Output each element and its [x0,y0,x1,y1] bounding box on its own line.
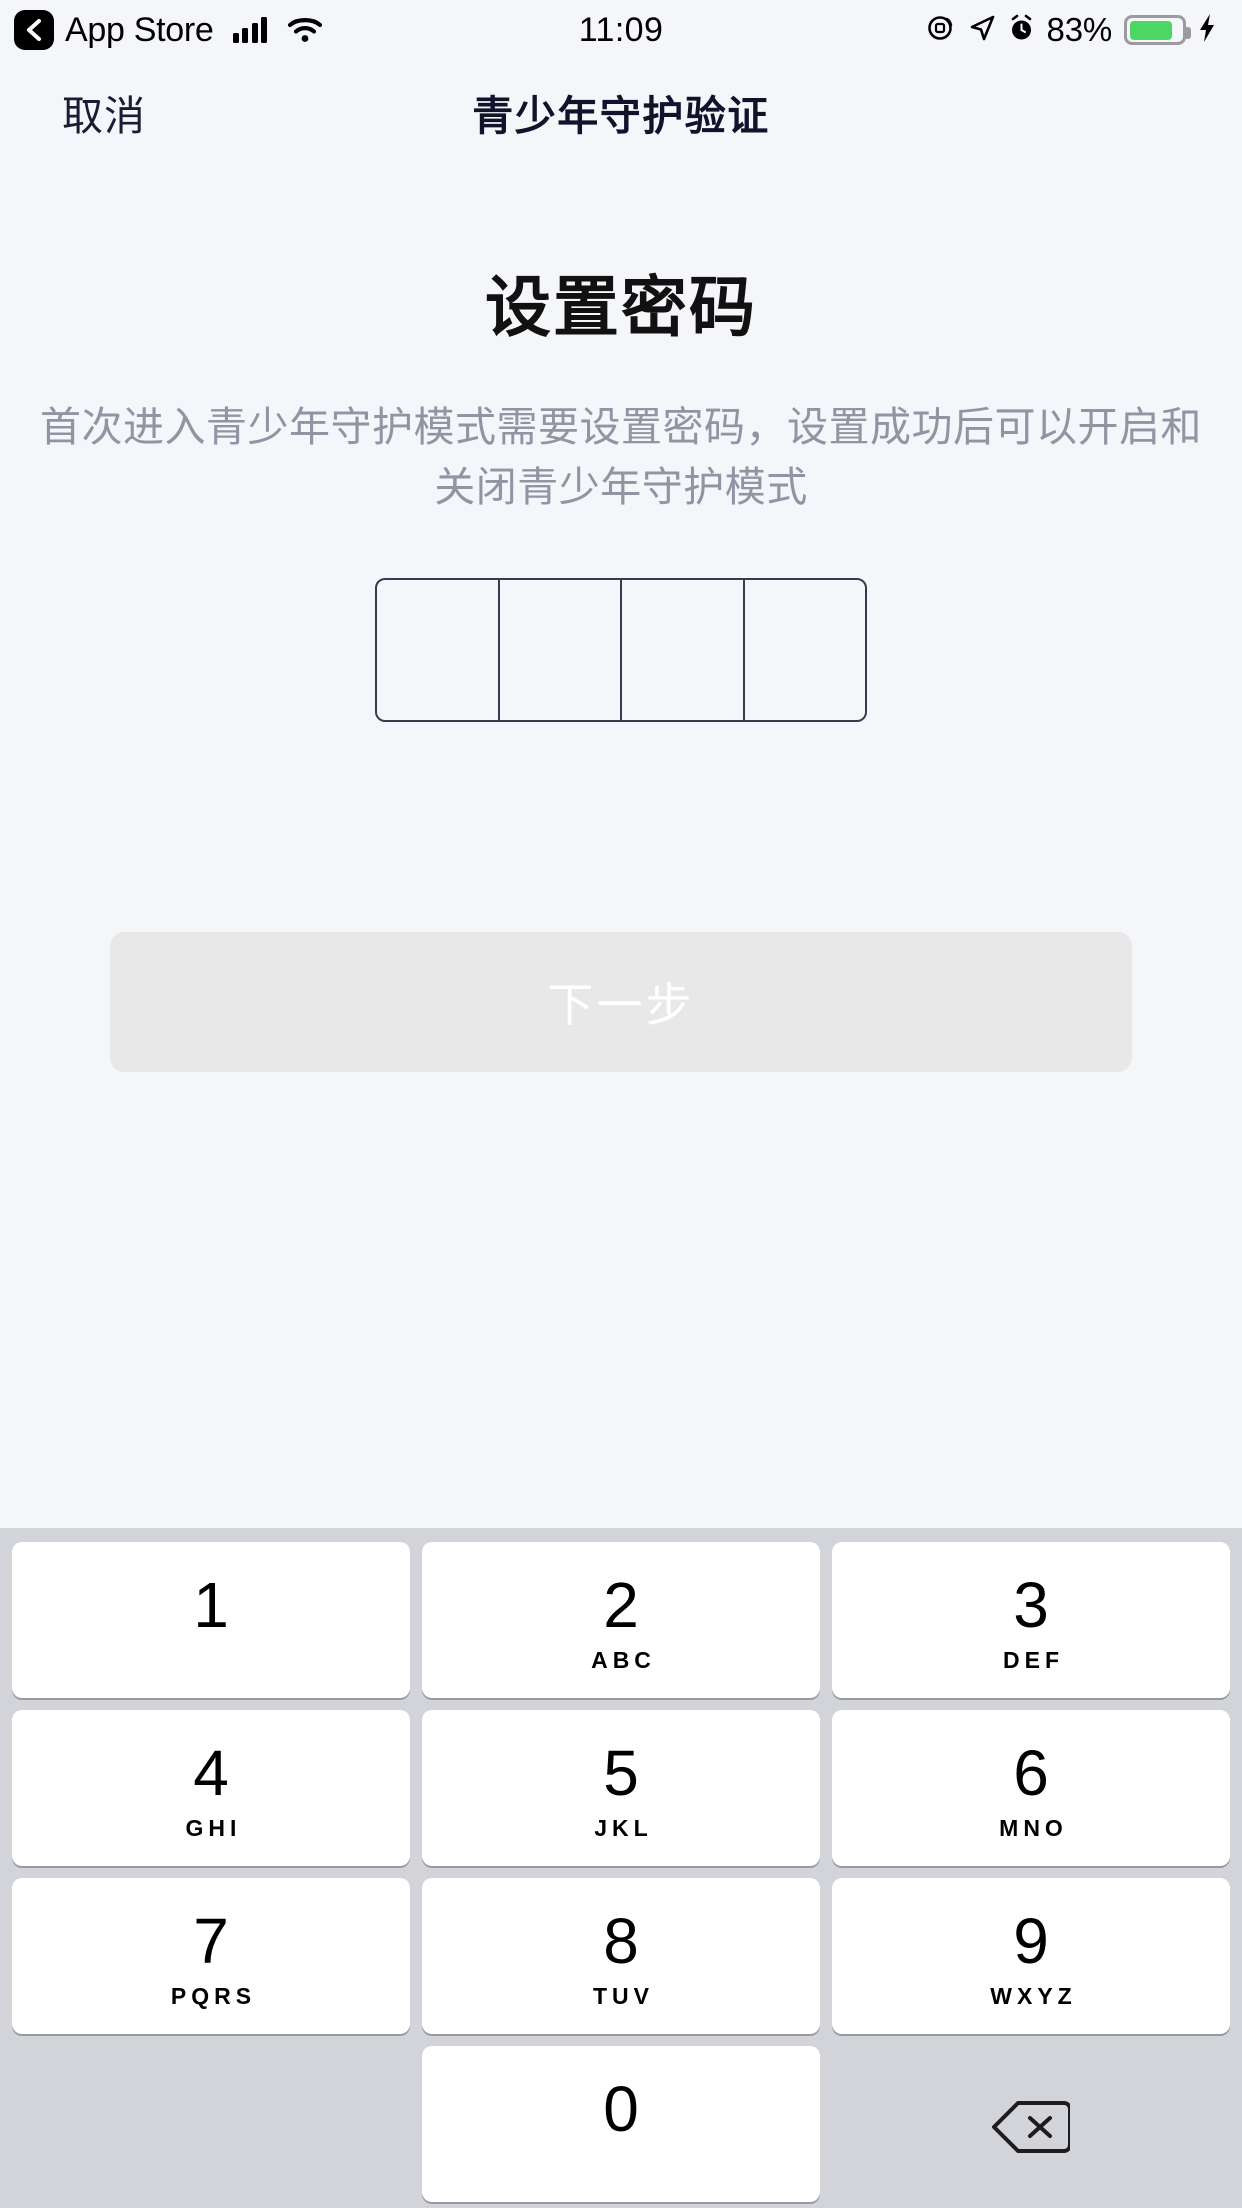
pin-cell-4[interactable] [745,580,866,720]
keypad-key-1[interactable]: 1ABC [12,1542,410,1698]
keypad-key-9[interactable]: 9 WXYZ [832,1878,1230,2034]
keypad-row: 4 GHI 5 JKL 6 MNO [8,1704,1234,1872]
alarm-clock-icon [1008,13,1035,47]
keypad-key-6[interactable]: 6 MNO [832,1710,1230,1866]
battery-icon [1124,15,1191,45]
keypad-key-digit: 6 [1013,1736,1049,1809]
keypad-key-digit: 4 [193,1736,229,1809]
keypad-key-2[interactable]: 2 ABC [422,1542,820,1698]
cellular-signal-icon [232,17,268,43]
keypad-key-digit: 2 [603,1568,639,1641]
rotation-lock-icon [926,13,956,48]
keypad-key-8[interactable]: 8 TUV [422,1878,820,2034]
pin-cell-1[interactable] [377,579,500,720]
keypad-key-letters: MNO [999,1814,1068,1841]
keypad-row: 1ABC 2 ABC 3 DEF [8,1536,1234,1704]
lightning-bolt-icon [1198,13,1216,48]
keypad-key-digit: 1 [193,1568,229,1641]
keypad-key-digit: 3 [1013,1568,1049,1641]
chevron-left-icon [23,17,45,43]
keypad-key-5[interactable]: 5 JKL [422,1710,820,1866]
status-bar-right: 83% [926,11,1216,49]
keypad-key-letters: TUV [593,1982,654,2009]
main-content: 设置密码 首次进入青少年守护模式需要设置密码，设置成功后可以开启和关闭青少年守护… [0,164,1242,1528]
keypad-key-3[interactable]: 3 DEF [832,1542,1230,1698]
cancel-button[interactable]: 取消 [62,82,146,142]
keypad-key-digit: 9 [1013,1904,1049,1977]
keypad-key-letters: WXYZ [990,1982,1077,2009]
keypad-key-letters: DEF [1003,1646,1064,1673]
keypad-row: 0ABC [8,2040,1234,2208]
wifi-icon [287,16,323,44]
next-step-button[interactable]: 下一步 [110,932,1132,1072]
keypad-key-0[interactable]: 0ABC [422,2046,820,2202]
keypad-key-digit: 0 [603,2072,639,2145]
status-bar-app-label: App Store [65,10,214,49]
location-arrow-icon [968,14,996,47]
navigation-bar: 取消 青少年守护验证 [0,60,1242,164]
numeric-keypad: 1ABC 2 ABC 3 DEF 4 GHI 5 JKL 6 MNO 7 PQRS 8 TUV 9 WXYZ 0A… [0,1528,1242,2208]
keypad-spacer [12,2046,410,2202]
status-bar: App Store 11:09 83% [0,0,1242,60]
page-title: 设置密码 [485,270,757,344]
pin-code-input[interactable] [375,577,867,722]
battery-percent-label: 83% [1046,11,1113,48]
keypad-delete-key[interactable] [832,2046,1230,2202]
pin-cell-2[interactable] [500,579,622,720]
keypad-key-letters: GHI [185,1814,242,1841]
keypad-key-digit: 5 [603,1736,639,1809]
phone-screen: App Store 11:09 83% 取消 青少年守护验证 设置密码 首次进入… [0,0,1242,2208]
back-to-app-store-button[interactable] [14,10,54,50]
keypad-key-letters: PQRS [170,1982,257,2009]
keypad-row: 7 PQRS 8 TUV 9 WXYZ [8,1872,1234,2040]
keypad-key-letters: ABC [591,1646,656,1673]
page-header-title: 青少年守护验证 [472,93,770,139]
status-bar-left: App Store [14,10,323,50]
keypad-key-4[interactable]: 4 GHI [12,1710,410,1866]
keypad-key-digit: 7 [193,1904,229,1977]
keypad-key-digit: 8 [603,1904,639,1977]
page-description: 首次进入青少年守护模式需要设置密码，设置成功后可以开启和关闭青少年守护模式 [40,404,1202,510]
pin-cell-3[interactable] [622,579,745,720]
keypad-key-7[interactable]: 7 PQRS [12,1878,410,2034]
delete-backspace-icon [992,2098,1070,2156]
keypad-key-letters: JKL [594,1814,653,1841]
